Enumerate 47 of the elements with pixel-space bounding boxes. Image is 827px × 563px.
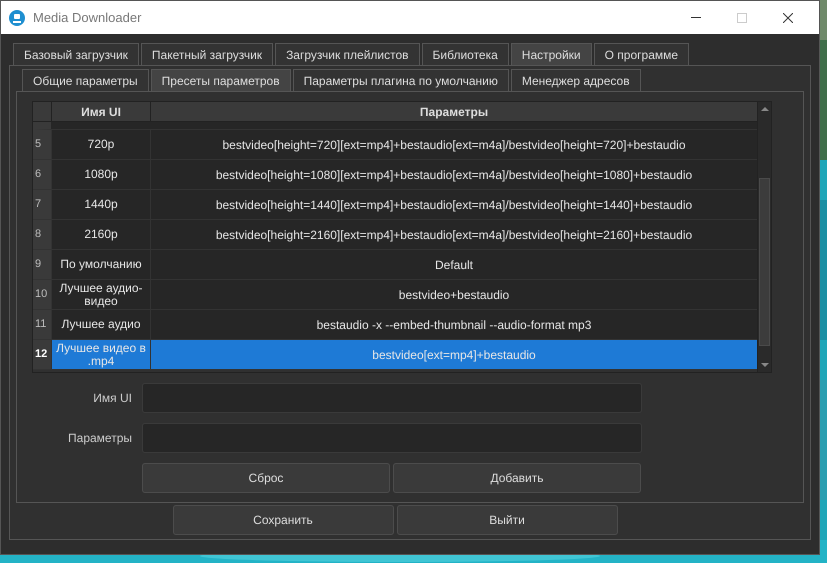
row-number: 8 bbox=[33, 220, 51, 249]
window-title: Media Downloader bbox=[33, 8, 142, 27]
dialog-button[interactable]: Выйти bbox=[396, 505, 618, 535]
tab[interactable]: Параметры плагина по умолчанию bbox=[292, 69, 509, 91]
tab[interactable]: Базовый загрузчик bbox=[13, 43, 139, 65]
tab[interactable]: Настройки bbox=[510, 43, 592, 65]
row-number: 10 bbox=[33, 280, 51, 309]
table-cell: 2160p bbox=[51, 220, 150, 249]
field-label: Параметры bbox=[67, 430, 133, 447]
row-number: 5 bbox=[33, 130, 51, 159]
table-cell: Лучшее видео в .mp4 bbox=[51, 340, 150, 369]
tab[interactable]: Библиотека bbox=[422, 43, 509, 65]
table-row[interactable]: 10 Лучшее аудио-видео bestvideo+bestaudio bbox=[33, 280, 757, 310]
close-icon bbox=[783, 12, 793, 22]
form-button[interactable]: Сброс bbox=[142, 463, 390, 493]
form-button[interactable]: Добавить bbox=[393, 463, 641, 493]
column-header[interactable]: Имя UI bbox=[51, 102, 150, 121]
table-row[interactable]: 8 2160p bestvideo[height=2160][ext=mp4]+bestaudio[ext=m4a]/bestvideo[height=2160]+bestaudio bbox=[33, 220, 757, 250]
tab[interactable]: О программе bbox=[594, 43, 690, 65]
dialog-button[interactable]: Сохранить bbox=[172, 505, 394, 535]
tab[interactable]: Общие параметры bbox=[22, 69, 149, 91]
row-number: 7 bbox=[33, 190, 51, 219]
row-number: 11 bbox=[33, 310, 51, 339]
scroll-thumb[interactable] bbox=[759, 178, 770, 346]
table-row[interactable]: 7 1440p bestvideo[height=1440][ext=mp4]+bestaudio[ext=m4a]/bestvideo[height=1440]+bestaudio bbox=[33, 190, 757, 220]
table-row[interactable]: 9 По умолчанию Default bbox=[33, 250, 757, 280]
app-icon bbox=[9, 10, 25, 26]
tab[interactable]: Загрузчик плейлистов bbox=[275, 43, 420, 65]
maximize-icon bbox=[737, 12, 747, 22]
minimize-icon bbox=[691, 17, 701, 18]
row-number: 9 bbox=[33, 250, 51, 279]
field-label: Имя UI bbox=[92, 390, 133, 407]
table-row[interactable]: 5 720p bestvideo[height=720][ext=mp4]+bestaudio[ext=m4a]/bestvideo[height=720]+bestaudio bbox=[33, 130, 757, 160]
table-cell: Лучшее аудио-видео bbox=[51, 280, 150, 309]
table-row[interactable]: 11 Лучшее аудио bestaudio -x --embed-thumbnail --audio-format mp3 bbox=[33, 310, 757, 340]
table-cell: 720p bbox=[51, 130, 150, 159]
table-cell: 1080p bbox=[51, 160, 150, 189]
table-cell: По умолчанию bbox=[51, 250, 150, 279]
table-cell: 1440p bbox=[51, 190, 150, 219]
table-row[interactable]: 6 1080p bestvideo[height=1080][ext=mp4]+bestaudio[ext=m4a]/bestvideo[height=1080]+bestaudio bbox=[33, 160, 757, 190]
table-cell: Лучшее аудио bbox=[51, 310, 150, 339]
tab[interactable]: Пакетный загрузчик bbox=[140, 43, 274, 65]
row-number: 6 bbox=[33, 160, 51, 189]
scrollbar[interactable] bbox=[757, 102, 771, 372]
tab[interactable]: Пресеты параметров bbox=[150, 69, 291, 91]
tab[interactable]: Менеджер адресов bbox=[510, 69, 641, 91]
row-number: 12 bbox=[33, 340, 51, 369]
